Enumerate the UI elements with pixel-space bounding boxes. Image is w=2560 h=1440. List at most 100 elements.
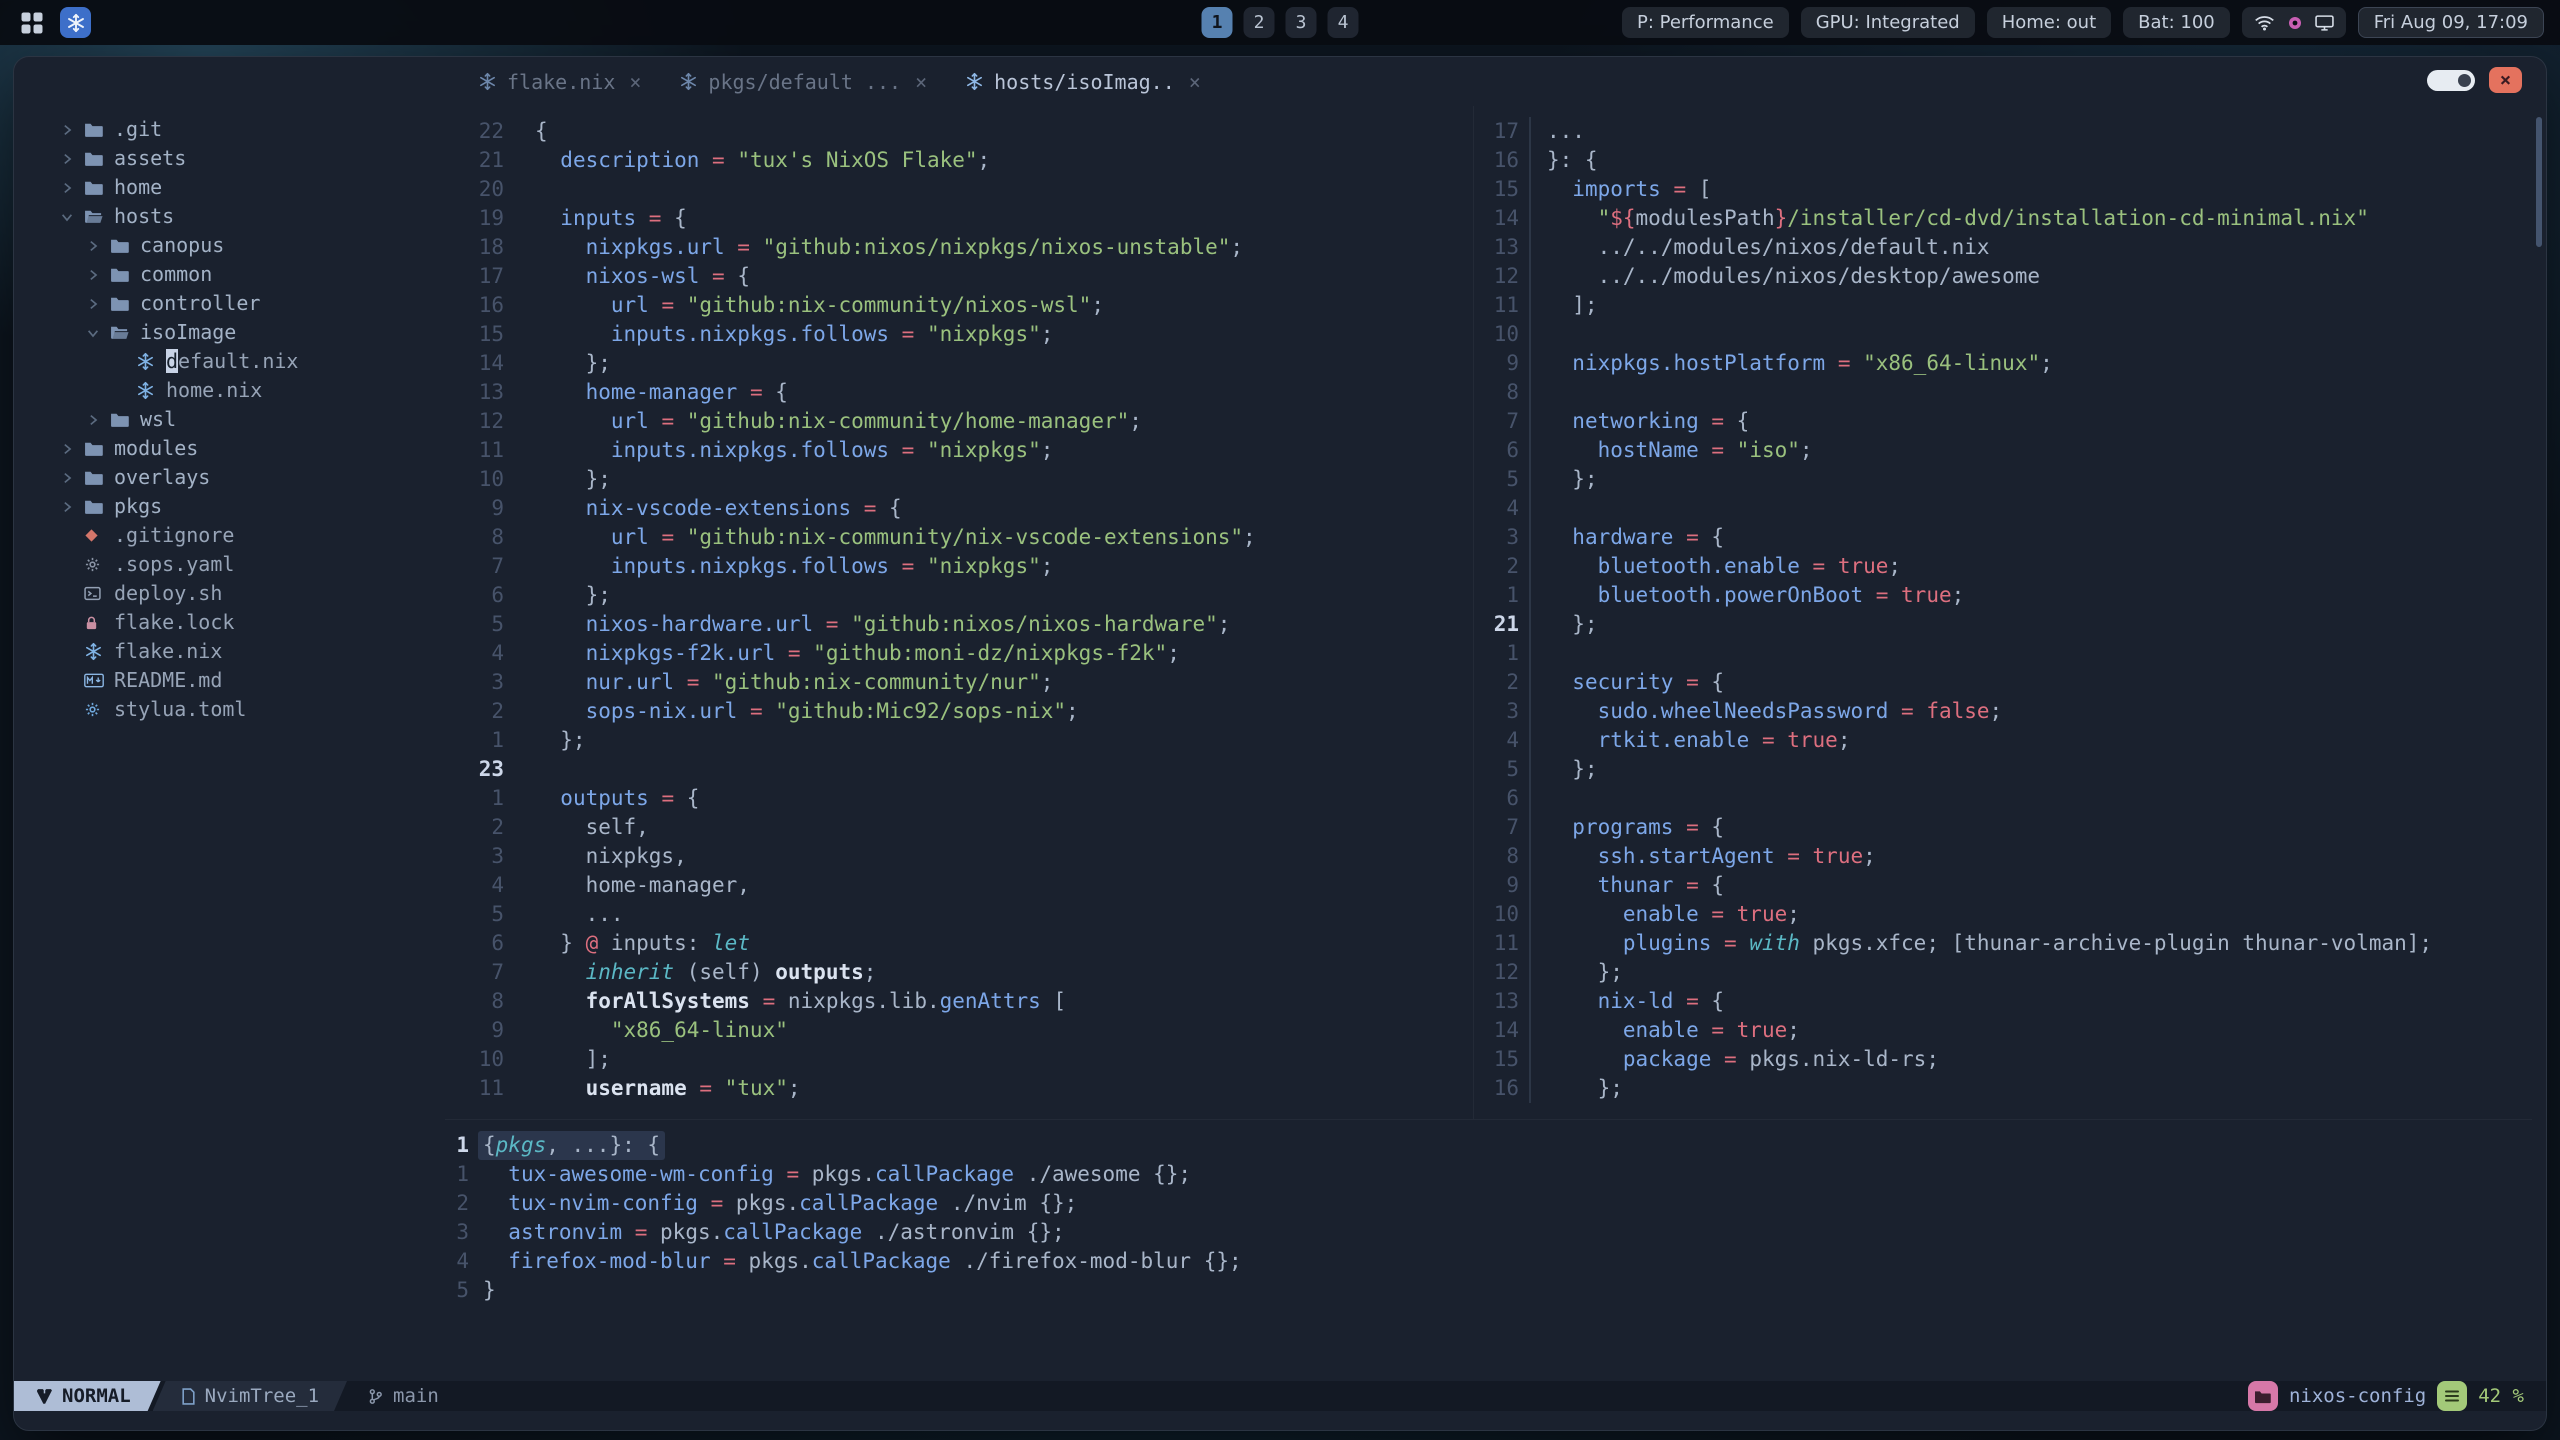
code-line[interactable]: 14 "${modulesPath}/installer/cd-dvd/inst… xyxy=(1479,204,2535,233)
tree-item-home[interactable]: home xyxy=(14,173,445,202)
code-line[interactable]: 16}: { xyxy=(1479,146,2535,175)
code-line[interactable]: 5} xyxy=(445,1276,2535,1305)
tree-item-.git[interactable]: .git xyxy=(14,115,445,144)
indicator-icon[interactable] xyxy=(2287,15,2303,31)
code-line[interactable]: 10 ]; xyxy=(445,1045,1471,1074)
tree-item-assets[interactable]: assets xyxy=(14,144,445,173)
code-line[interactable]: 20 xyxy=(445,175,1471,204)
buffer-tab[interactable]: hosts/isoImag.. × xyxy=(953,57,1213,106)
code-line[interactable]: 23 xyxy=(445,755,1471,784)
code-line[interactable]: 6 }; xyxy=(445,581,1471,610)
git-branch[interactable]: main xyxy=(347,1381,459,1411)
code-line[interactable]: 10 }; xyxy=(445,465,1471,494)
clock[interactable]: Fri Aug 09, 17:09 xyxy=(2357,7,2544,38)
tree-item-.gitignore[interactable]: .gitignore xyxy=(14,521,445,550)
tree-item-controller[interactable]: controller xyxy=(14,289,445,318)
display-icon[interactable] xyxy=(2314,14,2334,31)
code-line[interactable]: 15 inputs.nixpkgs.follows = "nixpkgs"; xyxy=(445,320,1471,349)
workspace-button-3[interactable]: 3 xyxy=(1285,7,1317,38)
tree-item-README.md[interactable]: README.md xyxy=(14,666,445,695)
code-line[interactable]: 9 thunar = { xyxy=(1479,871,2535,900)
code-line[interactable]: 4 home-manager, xyxy=(445,871,1471,900)
tree-item-flake.lock[interactable]: flake.lock xyxy=(14,608,445,637)
workspace-button-1[interactable]: 1 xyxy=(1201,7,1233,38)
code-line[interactable]: 3 nur.url = "github:nix-community/nur"; xyxy=(445,668,1471,697)
code-line[interactable]: 4 nixpkgs-f2k.url = "github:moni-dz/nixp… xyxy=(445,639,1471,668)
code-line[interactable]: 7 inputs.nixpkgs.follows = "nixpkgs"; xyxy=(445,552,1471,581)
code-line[interactable]: 12 ../../modules/nixos/desktop/awesome xyxy=(1479,262,2535,291)
code-line[interactable]: 10 xyxy=(1479,320,2535,349)
workspace-button-4[interactable]: 4 xyxy=(1327,7,1359,38)
code-line[interactable]: 18 nixpkgs.url = "github:nixos/nixpkgs/n… xyxy=(445,233,1471,262)
tree-item-deploy.sh[interactable]: deploy.sh xyxy=(14,579,445,608)
gpu-chip[interactable]: GPU: Integrated xyxy=(1800,7,1975,38)
tree-item-hosts[interactable]: hosts xyxy=(14,202,445,231)
code-line[interactable]: 1 tux-awesome-wm-config = pkgs.callPacka… xyxy=(445,1160,2535,1189)
code-line[interactable]: 6 } @ inputs: let xyxy=(445,929,1471,958)
battery-chip[interactable]: Bat: 100 xyxy=(2123,7,2230,38)
code-line[interactable]: 8 xyxy=(1479,378,2535,407)
code-line[interactable]: 21 description = "tux's NixOS Flake"; xyxy=(445,146,1471,175)
code-line[interactable]: 12 url = "github:nix-community/home-mana… xyxy=(445,407,1471,436)
code-line[interactable]: 14 }; xyxy=(445,349,1471,378)
code-line[interactable]: 4 rtkit.enable = true; xyxy=(1479,726,2535,755)
titlebar-toggle[interactable] xyxy=(2427,69,2475,91)
tab-close-icon[interactable]: × xyxy=(915,70,927,94)
close-button[interactable]: × xyxy=(2489,67,2522,93)
code-line[interactable]: 15 package = pkgs.nix-ld-rs; xyxy=(1479,1045,2535,1074)
code-line[interactable]: 9 nixpkgs.hostPlatform = "x86_64-linux"; xyxy=(1479,349,2535,378)
tree-item-pkgs[interactable]: pkgs xyxy=(14,492,445,521)
tree-item-.sops.yaml[interactable]: .sops.yaml xyxy=(14,550,445,579)
code-line[interactable]: 11 ]; xyxy=(1479,291,2535,320)
code-line[interactable]: 10 enable = true; xyxy=(1479,900,2535,929)
code-line[interactable]: 7 networking = { xyxy=(1479,407,2535,436)
code-line[interactable]: 2 security = { xyxy=(1479,668,2535,697)
power-profile-chip[interactable]: P: Performance xyxy=(1621,7,1789,38)
code-line[interactable]: 7 inherit (self) outputs; xyxy=(445,958,1471,987)
apps-grid-icon[interactable] xyxy=(16,7,48,39)
code-line[interactable]: 14 enable = true; xyxy=(1479,1016,2535,1045)
code-line[interactable]: 16 url = "github:nix-community/nixos-wsl… xyxy=(445,291,1471,320)
tree-item-default.nix[interactable]: default.nix xyxy=(14,347,445,376)
tree-item-common[interactable]: common xyxy=(14,260,445,289)
code-line[interactable]: 11 plugins = with pkgs.xfce; [thunar-arc… xyxy=(1479,929,2535,958)
code-line[interactable]: 7 programs = { xyxy=(1479,813,2535,842)
tree-item-flake.nix[interactable]: flake.nix xyxy=(14,637,445,666)
buffer-tab[interactable]: flake.nix × xyxy=(466,57,653,106)
code-line[interactable]: 1 outputs = { xyxy=(445,784,1471,813)
code-line[interactable]: 11 username = "tux"; xyxy=(445,1074,1471,1103)
code-line[interactable]: 1 xyxy=(1479,639,2535,668)
code-line[interactable]: 19 inputs = { xyxy=(445,204,1471,233)
code-line[interactable]: 4 xyxy=(1479,494,2535,523)
code-line[interactable]: 9 "x86_64-linux" xyxy=(445,1016,1471,1045)
code-line[interactable]: 3 nixpkgs, xyxy=(445,842,1471,871)
tab-close-icon[interactable]: × xyxy=(629,70,641,94)
code-line[interactable]: 6 xyxy=(1479,784,2535,813)
code-line[interactable]: 2 bluetooth.enable = true; xyxy=(1479,552,2535,581)
buffer-indicator[interactable]: NvimTree_1 xyxy=(153,1381,347,1411)
code-line[interactable]: 3 sudo.wheelNeedsPassword = false; xyxy=(1479,697,2535,726)
home-status-chip[interactable]: Home: out xyxy=(1986,7,2112,38)
code-line[interactable]: 11 inputs.nixpkgs.follows = "nixpkgs"; xyxy=(445,436,1471,465)
code-line[interactable]: 13 home-manager = { xyxy=(445,378,1471,407)
wifi-icon[interactable] xyxy=(2254,14,2275,31)
code-line[interactable]: 12 }; xyxy=(1479,958,2535,987)
code-line[interactable]: 22 { xyxy=(445,117,1471,146)
code-line[interactable]: 6 hostName = "iso"; xyxy=(1479,436,2535,465)
code-line[interactable]: 1 {pkgs, ...}: { xyxy=(445,1131,2535,1160)
code-line[interactable]: 4 firefox-mod-blur = pkgs.callPackage ./… xyxy=(445,1247,2535,1276)
code-line[interactable]: 2 sops-nix.url = "github:Mic92/sops-nix"… xyxy=(445,697,1471,726)
code-line[interactable]: 21 }; xyxy=(1479,610,2535,639)
code-line[interactable]: 8 forAllSystems = nixpkgs.lib.genAttrs [ xyxy=(445,987,1471,1016)
code-line[interactable]: 17... xyxy=(1479,117,2535,146)
tree-item-stylua.toml[interactable]: stylua.toml xyxy=(14,695,445,724)
scrollbar-thumb[interactable] xyxy=(2536,117,2542,247)
nixos-logo-icon[interactable] xyxy=(60,7,91,38)
tree-item-overlays[interactable]: overlays xyxy=(14,463,445,492)
code-line[interactable]: 9 nix-vscode-extensions = { xyxy=(445,494,1471,523)
code-line[interactable]: 2 tux-nvim-config = pkgs.callPackage ./n… xyxy=(445,1189,2535,1218)
code-line[interactable]: 13 ../../modules/nixos/default.nix xyxy=(1479,233,2535,262)
code-line[interactable]: 1 bluetooth.powerOnBoot = true; xyxy=(1479,581,2535,610)
tree-item-home.nix[interactable]: home.nix xyxy=(14,376,445,405)
code-line[interactable]: 5 ... xyxy=(445,900,1471,929)
